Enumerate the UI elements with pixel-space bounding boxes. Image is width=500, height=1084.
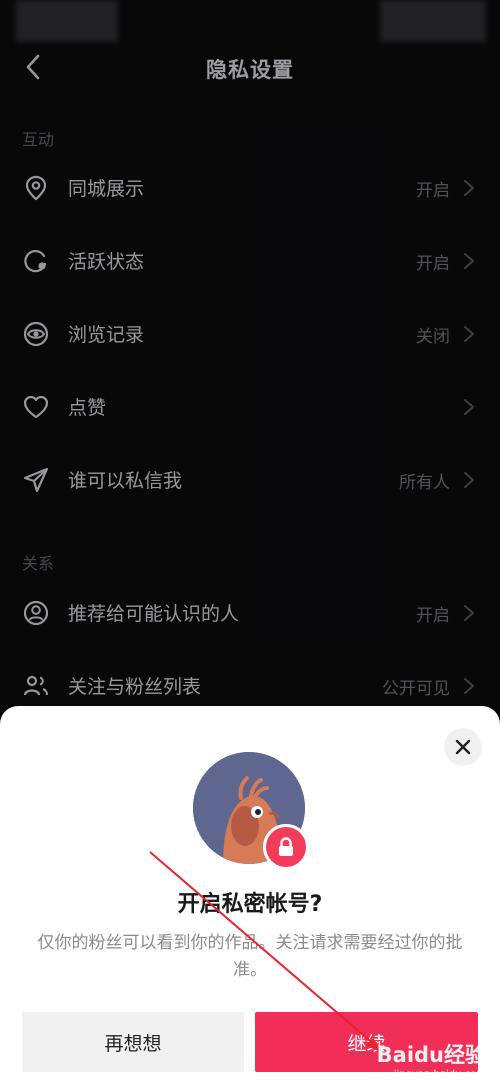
close-icon (455, 739, 471, 755)
lock-icon (279, 837, 293, 856)
watermark-main: Baidu经验 (376, 1043, 486, 1067)
watermark-sub: jingyan.baidu.com (393, 1069, 486, 1080)
close-button[interactable] (444, 728, 482, 766)
sheet-description: 仅你的粉丝可以看到你的作品。关注请求需要经过你的批准。 (37, 933, 463, 980)
cancel-button[interactable]: 再想想 (22, 1012, 244, 1072)
baidu-watermark: Baidu经验 jingyan.baidu.com (377, 1039, 486, 1080)
avatar (193, 752, 309, 870)
sheet-title: 开启私密帐号? (177, 892, 323, 917)
private-account-sheet: 开启私密帐号? 仅你的粉丝可以看到你的作品。关注请求需要经过你的批准。 再想想 … (0, 706, 500, 1084)
lock-badge (263, 824, 309, 870)
